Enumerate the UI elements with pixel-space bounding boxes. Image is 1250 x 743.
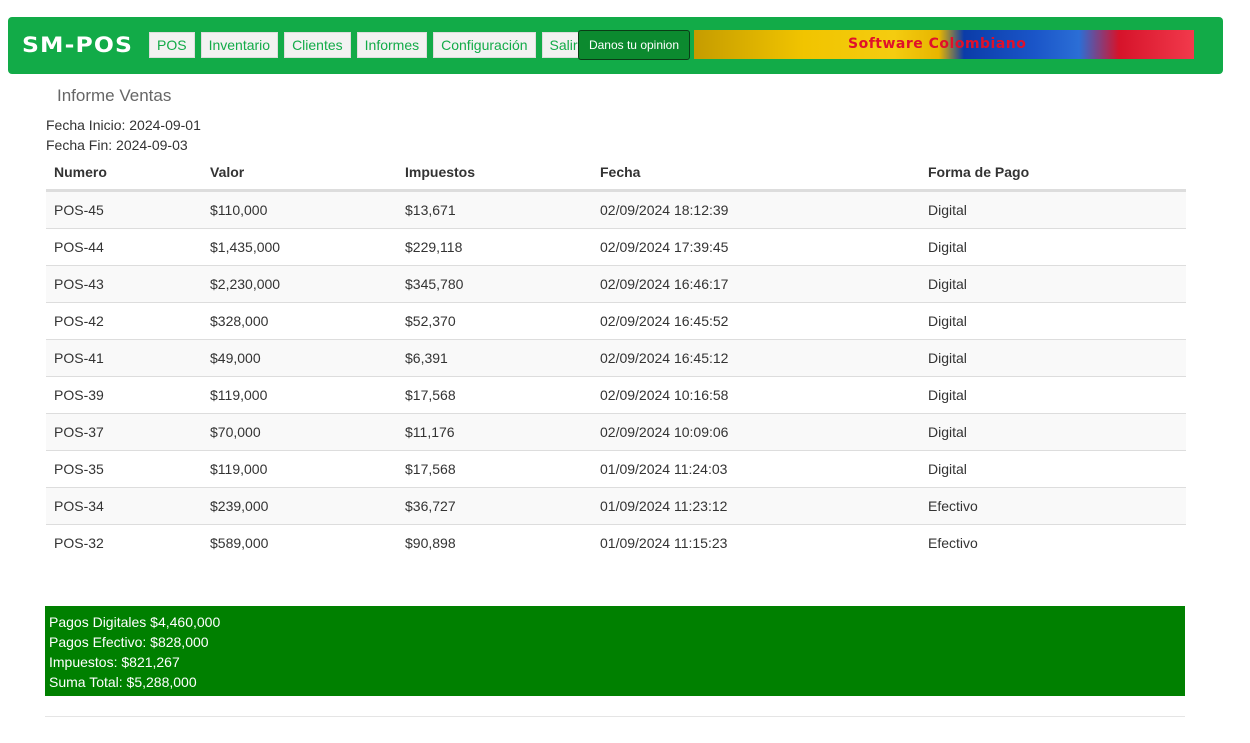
cell-valor: $589,000 (210, 535, 269, 551)
table-row: POS-44 $1,435,000 $229,118 02/09/2024 17… (46, 228, 1186, 265)
table-row: POS-35 $119,000 $17,568 01/09/2024 11:24… (46, 450, 1186, 487)
page-title: Informe Ventas (57, 86, 172, 105)
menu-configuracion-button[interactable]: Configuración (433, 32, 536, 58)
cell-numero: POS-45 (54, 202, 104, 218)
table-row: POS-42 $328,000 $52,370 02/09/2024 16:45… (46, 302, 1186, 339)
table-row: POS-43 $2,230,000 $345,780 02/09/2024 16… (46, 265, 1186, 302)
cell-numero: POS-32 (54, 535, 104, 551)
divider (45, 716, 1185, 717)
cell-numero: POS-44 (54, 239, 104, 255)
cell-impuestos: $11,176 (405, 424, 455, 440)
column-header-numero: Numero (54, 164, 107, 180)
cell-fecha: 02/09/2024 17:39:45 (600, 239, 729, 255)
column-header-valor: Valor (210, 164, 245, 180)
brand-logo[interactable]: SM-POS (22, 32, 133, 58)
cell-valor: $239,000 (210, 498, 269, 514)
cell-fecha: 01/09/2024 11:15:23 (600, 535, 728, 551)
menu-informes-button[interactable]: Informes (356, 32, 428, 58)
table-row: POS-32 $589,000 $90,898 01/09/2024 11:15… (46, 524, 1186, 561)
cell-numero: POS-43 (54, 276, 104, 292)
cell-forma-de-pago: Digital (928, 202, 967, 218)
cell-forma-de-pago: Digital (928, 350, 967, 366)
column-header-fecha: Fecha (600, 164, 641, 180)
cell-fecha: 01/09/2024 11:24:03 (600, 461, 728, 477)
cell-impuestos: $17,568 (405, 387, 456, 403)
cell-valor: $119,000 (210, 461, 268, 477)
cell-impuestos: $13,671 (405, 202, 456, 218)
end-date: Fecha Fin: 2024-09-03 (46, 137, 188, 153)
cell-forma-de-pago: Digital (928, 387, 967, 403)
cell-fecha: 02/09/2024 16:45:52 (600, 313, 729, 329)
menu-inventario-button[interactable]: Inventario (200, 32, 279, 58)
cell-fecha: 02/09/2024 10:16:58 (600, 387, 729, 403)
table-row: POS-37 $70,000 $11,176 02/09/2024 10:09:… (46, 413, 1186, 450)
table-row: POS-34 $239,000 $36,727 01/09/2024 11:23… (46, 487, 1186, 524)
software-colombiano-banner: Software Colombiano (694, 30, 1194, 59)
cell-valor: $1,435,000 (210, 239, 281, 255)
cell-fecha: 02/09/2024 18:12:39 (600, 202, 729, 218)
start-date: Fecha Inicio: 2024-09-01 (46, 117, 201, 133)
cell-valor: $49,000 (210, 350, 261, 366)
cell-impuestos: $52,370 (405, 313, 456, 329)
cell-forma-de-pago: Efectivo (928, 498, 978, 514)
top-navbar: SM-POS POS Inventario Clientes Informes … (8, 17, 1223, 74)
cell-forma-de-pago: Digital (928, 313, 967, 329)
cell-numero: POS-37 (54, 424, 104, 440)
cell-numero: POS-34 (54, 498, 104, 514)
cell-fecha: 02/09/2024 16:46:17 (600, 276, 729, 292)
cell-impuestos: $345,780 (405, 276, 464, 292)
cell-fecha: 02/09/2024 16:45:12 (600, 350, 729, 366)
table-header-row: Numero Valor Impuestos Fecha Forma de Pa… (46, 154, 1186, 191)
cell-numero: POS-41 (54, 350, 104, 366)
column-header-impuestos: Impuestos (405, 164, 476, 180)
table-row: POS-45 $110,000 $13,671 02/09/2024 18:12… (46, 191, 1186, 228)
cell-valor: $110,000 (210, 202, 268, 218)
cell-valor: $328,000 (210, 313, 269, 329)
banner-text: Software Colombiano (848, 36, 1027, 52)
cell-numero: POS-35 (54, 461, 104, 477)
feedback-button[interactable]: Danos tu opinion (578, 30, 690, 60)
cell-forma-de-pago: Efectivo (928, 535, 978, 551)
cell-fecha: 01/09/2024 11:23:12 (600, 498, 728, 514)
cell-valor: $2,230,000 (210, 276, 281, 292)
sales-table: Numero Valor Impuestos Fecha Forma de Pa… (46, 154, 1186, 561)
cell-impuestos: $17,568 (405, 461, 456, 477)
digital-payments-total: Pagos Digitales $4,460,000 (49, 614, 221, 630)
cell-numero: POS-39 (54, 387, 104, 403)
grand-total: Suma Total: $5,288,000 (49, 674, 197, 690)
column-header-forma-de-pago: Forma de Pago (928, 164, 1030, 180)
cell-forma-de-pago: Digital (928, 424, 967, 440)
cell-impuestos: $229,118 (405, 239, 463, 255)
menu-clientes-button[interactable]: Clientes (284, 32, 351, 58)
cell-valor: $119,000 (210, 387, 268, 403)
cash-payments-total: Pagos Efectivo: $828,000 (49, 634, 209, 650)
cell-impuestos: $90,898 (405, 535, 456, 551)
cell-impuestos: $36,727 (405, 498, 456, 514)
taxes-total: Impuestos: $821,267 (49, 654, 180, 670)
table-row: POS-41 $49,000 $6,391 02/09/2024 16:45:1… (46, 339, 1186, 376)
cell-forma-de-pago: Digital (928, 239, 967, 255)
cell-fecha: 02/09/2024 10:09:06 (600, 424, 729, 440)
cell-numero: POS-42 (54, 313, 104, 329)
table-row: POS-39 $119,000 $17,568 02/09/2024 10:16… (46, 376, 1186, 413)
cell-impuestos: $6,391 (405, 350, 448, 366)
menu-pos-button[interactable]: POS (149, 32, 195, 58)
main-menu: POS Inventario Clientes Informes Configu… (149, 32, 592, 58)
cell-forma-de-pago: Digital (928, 276, 967, 292)
cell-valor: $70,000 (210, 424, 261, 440)
totals-summary-box: Pagos Digitales $4,460,000 Pagos Efectiv… (45, 606, 1185, 696)
cell-forma-de-pago: Digital (928, 461, 967, 477)
